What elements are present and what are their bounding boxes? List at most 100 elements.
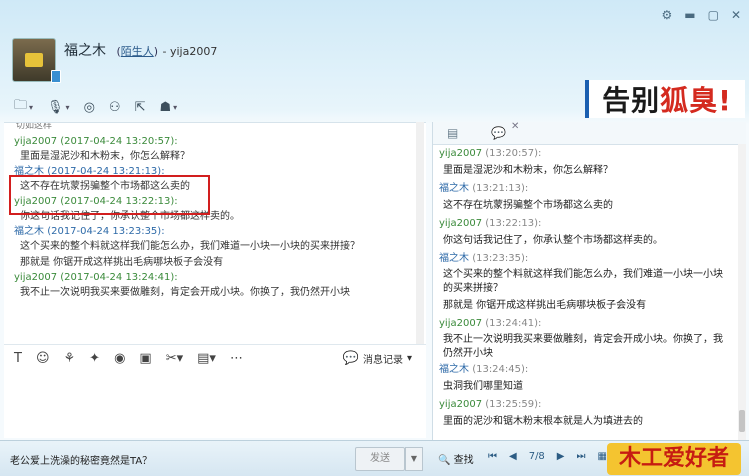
shake-icon[interactable]: ✦ [89, 351, 100, 366]
chevron-down-icon: ▼ [410, 454, 418, 463]
contact-account: - yija2007 [162, 45, 218, 58]
tab-profile[interactable]: ▤ [447, 126, 465, 140]
voice-call-button[interactable]: 🎙 ▾ [47, 100, 70, 115]
avatar[interactable] [12, 38, 61, 83]
close-tab-icon[interactable]: ✕ [511, 121, 519, 132]
record-time: (13:22:13): [485, 218, 542, 229]
scrollbar-thumb[interactable] [739, 410, 745, 432]
record-time: (13:21:13): [472, 183, 529, 194]
bottom-bar: 老公爱上洗澡的秘密竟然是TA？ 发送 ▼ 🔍 查找 ⏮ ◀ 7/8 ▶ ⏭ ▦ … [0, 440, 749, 476]
first-page-icon[interactable]: ⏮ [488, 451, 497, 462]
message-time: (2017-04-24 13:23:35): [47, 226, 165, 237]
message-records-label: 消息记录 [362, 355, 403, 366]
record-sender: 福之木 [439, 364, 469, 375]
next-page-icon[interactable]: ▶ [557, 451, 565, 462]
bottom-ad-link[interactable]: 老公爱上洗澡的秘密竟然是TA？ [10, 452, 152, 467]
message-time: (2017-04-24 13:20:57): [60, 136, 178, 147]
record-sender: yija2007 [439, 218, 483, 229]
voice-message-icon[interactable]: ◉ [114, 351, 125, 366]
message-text: 里面是湿泥沙和木粉末，你怎么解释？ [20, 151, 190, 162]
share-icon: ⇱ [134, 99, 146, 115]
stranger-tag[interactable]: 陌生人 [121, 45, 154, 58]
search-button[interactable]: 🔍 查找 [438, 451, 474, 466]
message: yija2007 (2017-04-24 13:20:57): 里面是湿泥沙和木… [14, 135, 426, 165]
record-sender: 福之木 [439, 183, 469, 194]
record-message: yija2007 (13:22:13): 你这句话我记住了，你承认整个市场都这样… [439, 217, 746, 250]
emoji-icon[interactable]: ☺ [36, 351, 50, 366]
chat-history-scrollbar[interactable] [416, 122, 424, 344]
chat-history[interactable]: 切如这样 yija2007 (2017-04-24 13:20:57): 里面是… [4, 122, 426, 345]
maximize-icon[interactable]: ▢ [708, 8, 719, 22]
chevron-down-icon: ▾ [406, 353, 412, 364]
remote-icon: ◎ [83, 99, 95, 115]
send-button[interactable]: 发送 [355, 447, 405, 471]
chat-bubble-icon: 💬 [491, 126, 506, 140]
record-time: (13:20:57): [485, 148, 542, 159]
record-message: yija2007 (13:25:59): 里面的泥沙和锯木粉末根本就是人为填进去… [439, 398, 746, 431]
minimize-icon[interactable]: ▬ [684, 8, 695, 22]
screenshot-icon[interactable]: ✂▾ [166, 351, 183, 366]
record-text: 里面的泥沙和锯木粉末根本就是人为填进去的 [443, 416, 643, 427]
folder-icon: 🗀 [14, 98, 28, 113]
message-sender: 福之木 [14, 226, 44, 237]
message-records-button[interactable]: 💬 消息记录 ▾ [343, 351, 412, 366]
highlight-box [9, 175, 210, 215]
record-text: 仍然开小块 [443, 348, 493, 359]
close-icon[interactable]: ✕ [731, 8, 741, 22]
remote-button[interactable]: ◎ [84, 100, 95, 115]
settings-icon[interactable]: ⚙ [661, 8, 672, 22]
record-sender: 福之木 [439, 253, 469, 264]
send-options-button[interactable]: ▼ [405, 447, 423, 471]
message-record-list[interactable]: yija2007 (13:20:57): 里面是湿泥沙和木粉末，你怎么解释？ 福… [433, 145, 746, 440]
message-text: 那就是 你锯开成这样挑出毛病哪块板子会没有 [20, 257, 224, 268]
record-text: 那就是 你锯开成这样挑出毛病哪块板子会没有 [443, 300, 647, 311]
search-icon: 🔍 [438, 455, 451, 466]
record-text: 我不止一次说明我买来要做雕刻，肯定会开成小块。你换了，我 [443, 334, 723, 345]
id-card-icon: ▤ [447, 126, 459, 140]
site-logo: 木工爱好者 [607, 443, 741, 475]
image-icon[interactable]: ▣ [139, 351, 151, 366]
record-text: 你这句话我记住了，你承认整个市场都这样卖的。 [443, 235, 663, 246]
ellipsis-icon[interactable]: ⋯ [230, 351, 243, 366]
microphone-icon: 🎙 [47, 99, 64, 115]
tab-messages[interactable]: 💬 [491, 126, 509, 140]
message: yija2007 (2017-04-24 13:24:41): 我不止一次说明我… [14, 271, 426, 301]
file-transfer-button[interactable]: 🗀 ▾ [14, 96, 33, 118]
more-tools-icon[interactable]: ▤▾ [197, 351, 216, 366]
record-time: (13:23:35): [472, 253, 529, 264]
record-time: (13:24:41): [485, 318, 542, 329]
side-tabs: ▤ 💬 ✕ [433, 121, 746, 145]
record-scrollbar[interactable] [738, 144, 746, 440]
ad-banner[interactable]: 告别 狐臭! [585, 80, 745, 118]
record-time: (13:25:59): [485, 399, 542, 410]
message-sender: yija2007 [14, 136, 58, 147]
contact-name[interactable]: 福之木 [64, 43, 106, 59]
format-toolbar: T ☺ ⚘ ✦ ◉ ▣ ✂▾ ▤▾ ⋯ 💬 消息记录 ▾ [4, 344, 426, 372]
record-time: (13:24:45): [472, 364, 529, 375]
font-icon[interactable]: T [14, 351, 22, 366]
robot-icon: ☗ [159, 99, 172, 115]
search-label: 查找 [453, 455, 474, 466]
mobile-icon [51, 70, 61, 83]
record-message: yija2007 (13:20:57): 里面是湿泥沙和木粉末，你怎么解释？ [439, 147, 746, 180]
page-indicator: 7/8 [528, 451, 545, 462]
side-panel: ▤ 💬 ✕ yija2007 (13:20:57): 里面是湿泥沙和木粉末，你怎… [432, 121, 746, 440]
apps-button[interactable]: ☗ ▾ [159, 100, 177, 115]
animation-icon[interactable]: ⚘ [64, 351, 76, 366]
ad-banner-text-1: 告别 [602, 84, 661, 117]
record-text: 虫洞我们哪里知道 [443, 381, 523, 392]
record-message: yija2007 (13:24:41): 我不止一次说明我买来要做雕刻，肯定会开… [439, 317, 746, 361]
calendar-icon[interactable]: ▦ [598, 451, 607, 462]
share-screen-button[interactable]: ⇱ [135, 100, 146, 115]
message: 福之木 (2017-04-24 13:23:35): 这个买来的整个料就这样我们… [14, 225, 426, 271]
record-sender: yija2007 [439, 318, 483, 329]
prev-page-icon[interactable]: ◀ [509, 451, 517, 462]
chat-bubble-icon: 💬 [342, 351, 359, 366]
message-input[interactable] [4, 372, 426, 438]
add-friend-button[interactable]: ⚇ [109, 100, 121, 115]
window-controls: ⚙ ▬ ▢ ✕ [661, 8, 741, 22]
last-page-icon[interactable]: ⏭ [577, 451, 586, 462]
record-text: 的买来拼接？ [443, 283, 503, 294]
record-sender: yija2007 [439, 399, 483, 410]
page-controls: ⏮ ◀ 7/8 ▶ ⏭ ▦ [488, 451, 607, 462]
